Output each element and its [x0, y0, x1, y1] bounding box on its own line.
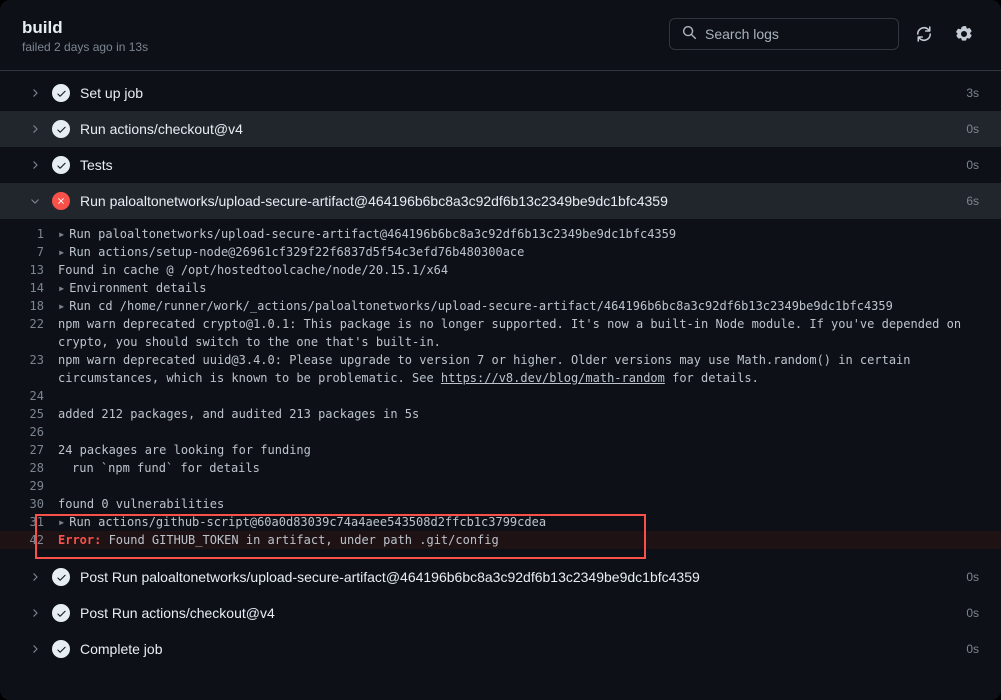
log-line-number: 24 [0, 387, 58, 405]
check-circle-icon [52, 156, 70, 174]
log-link[interactable]: https://v8.dev/blog/math-random [441, 371, 665, 385]
log-line[interactable]: 25added 212 packages, and audited 213 pa… [0, 405, 1001, 423]
search-logs-input[interactable] [705, 26, 886, 42]
log-line[interactable]: 29 [0, 477, 1001, 495]
step-row[interactable]: Run paloaltonetworks/upload-secure-artif… [0, 183, 1001, 219]
log-line[interactable]: 24 [0, 387, 1001, 405]
step-duration: 0s [966, 158, 979, 172]
log-line[interactable]: 2724 packages are looking for funding [0, 441, 1001, 459]
step-row[interactable]: Tests 0s [0, 147, 1001, 183]
log-line-number: 31 [0, 513, 58, 531]
log-line-number: 30 [0, 495, 58, 513]
check-circle-icon [52, 120, 70, 138]
log-line-number: 23 [0, 351, 58, 387]
log-line-text: ▸Environment details [58, 279, 979, 297]
step-name: Tests [80, 157, 956, 173]
step-name: Post Run paloaltonetworks/upload-secure-… [80, 569, 956, 585]
log-line-text: ▸Run actions/github-script@60a0d83039c74… [58, 513, 979, 531]
log-line-text: added 212 packages, and audited 213 pack… [58, 405, 979, 423]
log-line-text: found 0 vulnerabilities [58, 495, 979, 513]
search-logs-box[interactable] [669, 18, 899, 50]
check-circle-icon [52, 84, 70, 102]
step-row[interactable]: Complete job 0s [0, 631, 1001, 667]
check-circle-icon [52, 640, 70, 658]
search-icon [682, 25, 697, 43]
step-duration: 0s [966, 606, 979, 620]
log-line-text [58, 423, 979, 441]
job-steps-list: Set up job3sRun actions/checkout@v40sTes… [0, 71, 1001, 700]
log-line-number: 28 [0, 459, 58, 477]
log-line[interactable]: 42Error: Found GITHUB_TOKEN in artifact,… [0, 531, 1001, 549]
log-line-number: 18 [0, 297, 58, 315]
log-line[interactable]: 30found 0 vulnerabilities [0, 495, 1001, 513]
caret-right-icon[interactable]: ▸ [58, 281, 65, 295]
log-line-number: 29 [0, 477, 58, 495]
workflow-log-header: build failed 2 days ago in 13s [0, 0, 1001, 71]
step-name: Complete job [80, 641, 956, 657]
chevron-right-icon[interactable] [28, 123, 42, 135]
job-title: build [22, 18, 148, 38]
chevron-right-icon[interactable] [28, 643, 42, 655]
step-duration: 0s [966, 570, 979, 584]
chevron-down-icon[interactable] [28, 195, 42, 207]
log-line-number: 14 [0, 279, 58, 297]
log-line[interactable]: 13Found in cache @ /opt/hostedtoolcache/… [0, 261, 1001, 279]
caret-right-icon[interactable]: ▸ [58, 515, 65, 529]
log-line-number: 42 [0, 531, 58, 549]
log-line[interactable]: 22npm warn deprecated crypto@1.0.1: This… [0, 315, 1001, 351]
job-status-line: failed 2 days ago in 13s [22, 40, 148, 54]
refresh-button[interactable] [909, 19, 939, 49]
log-line-text: Found in cache @ /opt/hostedtoolcache/no… [58, 261, 979, 279]
log-line-text: ▸Run cd /home/runner/work/_actions/paloa… [58, 297, 979, 315]
log-line-number: 26 [0, 423, 58, 441]
chevron-right-icon[interactable] [28, 571, 42, 583]
chevron-right-icon[interactable] [28, 159, 42, 171]
step-name: Run paloaltonetworks/upload-secure-artif… [80, 193, 956, 209]
x-circle-icon [52, 192, 70, 210]
caret-right-icon[interactable]: ▸ [58, 227, 65, 241]
step-name: Run actions/checkout@v4 [80, 121, 956, 137]
log-line-text: npm warn deprecated crypto@1.0.1: This p… [58, 315, 979, 351]
log-line[interactable]: 7▸Run actions/setup-node@26961cf329f22f6… [0, 243, 1001, 261]
log-line-number: 22 [0, 315, 58, 351]
log-line-text [58, 477, 979, 495]
log-line-text: npm warn deprecated uuid@3.4.0: Please u… [58, 351, 979, 387]
caret-right-icon[interactable]: ▸ [58, 299, 65, 313]
step-duration: 6s [966, 194, 979, 208]
step-name: Set up job [80, 85, 956, 101]
step-row[interactable]: Run actions/checkout@v4 0s [0, 111, 1001, 147]
log-line[interactable]: 1▸Run paloaltonetworks/upload-secure-art… [0, 225, 1001, 243]
check-circle-icon [52, 604, 70, 622]
log-line-text [58, 387, 979, 405]
log-line-text: ▸Run paloaltonetworks/upload-secure-arti… [58, 225, 979, 243]
step-duration: 0s [966, 122, 979, 136]
caret-right-icon[interactable]: ▸ [58, 245, 65, 259]
log-line-text: 24 packages are looking for funding [58, 441, 979, 459]
log-line[interactable]: 18▸Run cd /home/runner/work/_actions/pal… [0, 297, 1001, 315]
step-row[interactable]: Post Run actions/checkout@v4 0s [0, 595, 1001, 631]
chevron-right-icon[interactable] [28, 607, 42, 619]
log-line-text: run `npm fund` for details [58, 459, 979, 477]
check-circle-icon [52, 568, 70, 586]
log-line-number: 27 [0, 441, 58, 459]
log-line[interactable]: 23npm warn deprecated uuid@3.4.0: Please… [0, 351, 1001, 387]
log-line[interactable]: 14▸Environment details [0, 279, 1001, 297]
step-row[interactable]: Post Run paloaltonetworks/upload-secure-… [0, 559, 1001, 595]
settings-button[interactable] [949, 19, 979, 49]
step-duration: 3s [966, 86, 979, 100]
log-line-text: ▸Run actions/setup-node@26961cf329f22f68… [58, 243, 979, 261]
chevron-right-icon[interactable] [28, 87, 42, 99]
step-row[interactable]: Set up job 3s [0, 75, 1001, 111]
log-line[interactable]: 31▸Run actions/github-script@60a0d83039c… [0, 513, 1001, 531]
log-line-number: 7 [0, 243, 58, 261]
log-line[interactable]: 28run `npm fund` for details [0, 459, 1001, 477]
step-name: Post Run actions/checkout@v4 [80, 605, 956, 621]
step-duration: 0s [966, 642, 979, 656]
log-line-number: 1 [0, 225, 58, 243]
log-line-number: 13 [0, 261, 58, 279]
step-log-output: 1▸Run paloaltonetworks/upload-secure-art… [0, 219, 1001, 559]
log-line-number: 25 [0, 405, 58, 423]
log-line-text: Error: Found GITHUB_TOKEN in artifact, u… [58, 531, 979, 549]
log-line[interactable]: 26 [0, 423, 1001, 441]
